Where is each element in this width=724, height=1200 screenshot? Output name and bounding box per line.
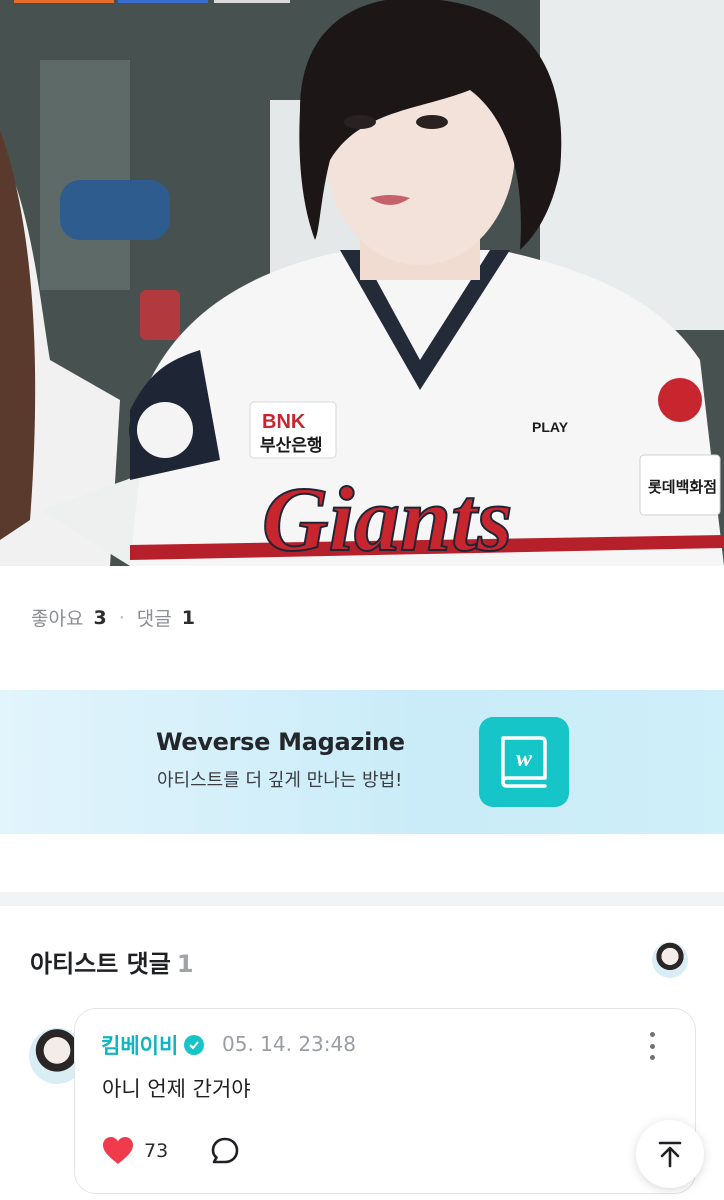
likes-count: 3 [93,606,107,629]
comment-text: 아니 언제 간거야 [102,1077,251,1101]
scroll-to-top-icon [658,1141,682,1168]
artist-comments-label: 아티스트 댓글 [30,950,171,978]
story-progress-bars [0,0,724,4]
section-divider [0,892,724,906]
stats-separator: · [118,606,125,629]
artist-comments-count: 1 [176,950,194,978]
jersey-logo: Giants [262,468,513,566]
sponsor-name: 부산은행 [260,436,323,456]
sleeve-sponsor: 롯데백화점 [648,478,717,496]
magazine-icon-letter: w [516,746,533,772]
magazine-icon[interactable]: w [479,717,569,807]
banner-title: Weverse Magazine [156,728,405,756]
artist-comments-title: 아티스트 댓글 1 [30,944,194,979]
comment-author-name: 킴베이비 [101,1034,179,1058]
comment-like-button[interactable]: 73 [102,1136,168,1166]
sponsor-brand: BNK [262,411,306,433]
banner-subtitle: 아티스트를 더 깊게 만나는 방법! [157,770,403,791]
kebab-menu-icon[interactable] [640,1032,664,1060]
scroll-to-top-button[interactable] [636,1120,704,1188]
sleeve-brand: PLAY [532,419,569,435]
photo-illustration: BNK 부산은행 PLAY 롯데백화점 Giants [0,0,724,566]
artist-filter-avatar[interactable] [652,942,688,978]
verified-badge-icon [184,1035,205,1055]
like-count: 73 [144,1140,169,1162]
comment-timestamp: 05. 14. 23:48 [222,1032,356,1056]
comment-author[interactable]: 킴베이비 [101,1030,205,1060]
post-stats: 좋아요 3 · 댓글 1 [31,604,195,631]
heart-icon [103,1137,133,1164]
likes-label: 좋아요 [31,608,84,630]
magazine-banner[interactable] [0,690,724,834]
comments-label: 댓글 [136,608,172,630]
reply-icon[interactable] [210,1136,240,1166]
comments-count: 1 [181,606,195,629]
post-photo[interactable]: BNK 부산은행 PLAY 롯데백화점 Giants [0,0,724,566]
